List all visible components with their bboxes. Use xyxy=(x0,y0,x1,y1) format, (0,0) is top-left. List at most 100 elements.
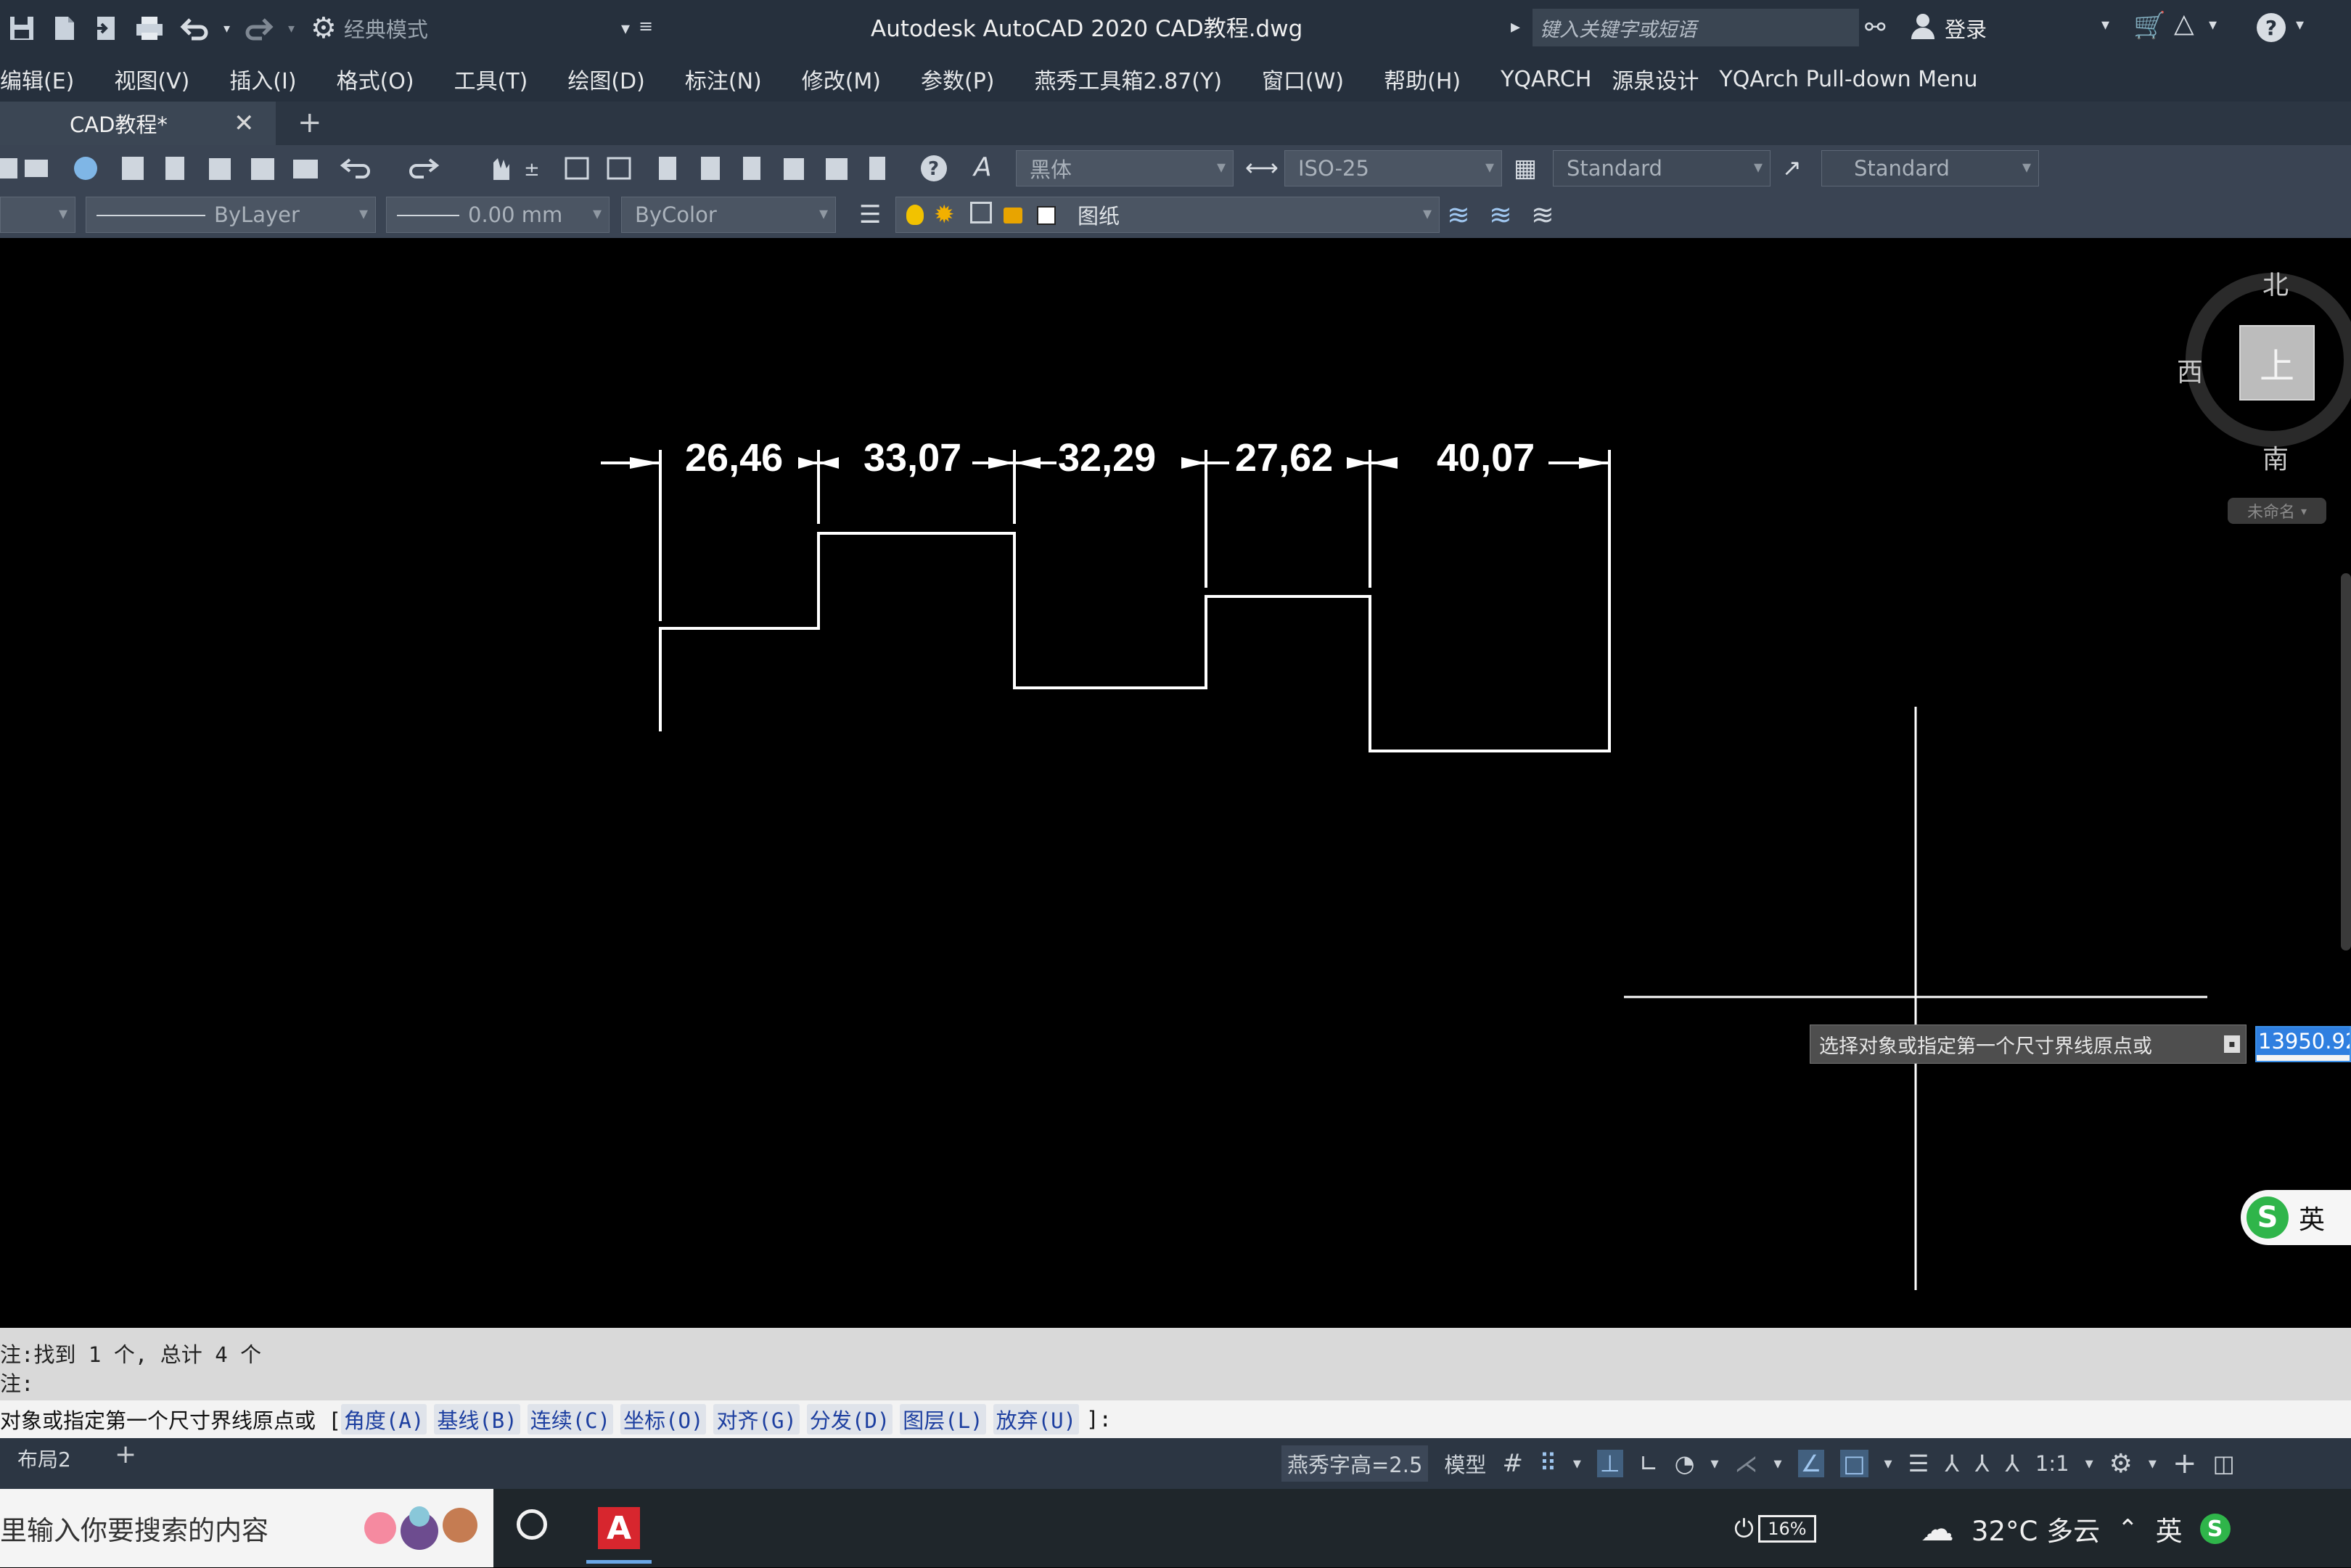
export-icon[interactable] xyxy=(91,14,120,43)
search-input[interactable]: 键入关键字或短语 xyxy=(1533,9,1859,46)
layer-properties-icon[interactable]: ☰ xyxy=(859,200,881,229)
text-height-status[interactable]: 燕秀字高=2.5 xyxy=(1281,1445,1429,1482)
ime-floating-badge[interactable]: S 英 xyxy=(2241,1190,2351,1245)
customize-icon[interactable]: ◫ xyxy=(2212,1450,2234,1477)
table-style-icon[interactable]: ▦ xyxy=(1514,154,1537,183)
standard-toolbar-icons[interactable]: ± ? xyxy=(0,154,972,183)
command-option-angle[interactable]: 角度(A) xyxy=(340,1404,427,1434)
compass-north[interactable]: 北 xyxy=(2262,264,2289,302)
menu-insert[interactable]: 插入(I) xyxy=(229,63,296,95)
table-style-select[interactable]: Standard ▾ xyxy=(1553,150,1771,186)
dynamic-input-field[interactable]: 13950.92 xyxy=(2255,1026,2351,1062)
login-link[interactable]: 登录 xyxy=(1945,13,1987,44)
weather-text[interactable]: 32°C 多云 xyxy=(1972,1509,2100,1548)
polar-icon[interactable]: ◔ xyxy=(1675,1450,1695,1477)
add-layout-button[interactable]: + xyxy=(115,1440,136,1469)
annotation-scale-value[interactable]: 1:1 xyxy=(2035,1451,2069,1476)
lineweight-select[interactable]: 0.00 mm ▾ xyxy=(386,197,610,233)
model-space-canvas[interactable]: 26,46 33,07 32,29 27,62 40,07 xyxy=(0,238,2351,1326)
command-option-ordinate[interactable]: 坐标(O) xyxy=(620,1404,707,1434)
chevron-down-icon[interactable]: ▾ xyxy=(288,21,295,36)
dim-style-select[interactable]: ISO-25 ▾ xyxy=(1284,150,1502,186)
plotstyle-select[interactable]: ByColor ▾ xyxy=(621,197,836,233)
close-icon[interactable]: ✕ xyxy=(234,109,255,138)
menu-window[interactable]: 窗口(W) xyxy=(1262,63,1344,95)
command-line[interactable]: 对象或指定第一个尺寸界线原点或 [ 角度(A) 基线(B) 连续(C) 坐标(O… xyxy=(0,1400,2351,1438)
wcs-menu[interactable]: 未命名 ▾ xyxy=(2228,498,2326,524)
chevron-down-icon[interactable]: ▾ xyxy=(2149,1455,2157,1473)
command-option-continue[interactable]: 连续(C) xyxy=(527,1404,614,1434)
text-style-select[interactable]: 黑体 ▾ xyxy=(1016,150,1234,186)
sogou-tray-icon[interactable]: S xyxy=(2199,1514,2231,1544)
isodraft-icon[interactable]: ⋌ xyxy=(1735,1450,1758,1477)
command-option-undo[interactable]: 放弃(U) xyxy=(993,1404,1080,1434)
menu-modify[interactable]: 修改(M) xyxy=(802,63,881,95)
taskbar-search-input[interactable]: 里输入你要搜索的内容 xyxy=(0,1489,493,1567)
chevron-down-icon[interactable]: ▾ xyxy=(1711,1455,1719,1473)
chevron-down-icon[interactable]: ▾ xyxy=(223,21,230,36)
chevron-right-icon[interactable]: ▸ xyxy=(1511,16,1520,38)
mleader-style-select[interactable]: Standard ▾ xyxy=(1821,150,2039,186)
layer-previous-icon[interactable]: ≋ xyxy=(1489,199,1512,231)
save-icon[interactable] xyxy=(7,14,36,43)
grid-icon[interactable]: # xyxy=(1502,1449,1523,1478)
dim-style-icon[interactable]: ⟷ xyxy=(1245,154,1279,181)
chevron-down-icon[interactable]: ▾ xyxy=(2296,16,2304,34)
menu-yanxiu-toolbox[interactable]: 燕秀工具箱2.87(Y) xyxy=(1035,63,1223,95)
gear-icon[interactable]: ⚙ xyxy=(2109,1449,2133,1479)
menu-parametric[interactable]: 参数(P) xyxy=(921,63,995,95)
scrollbar-vertical[interactable] xyxy=(2341,573,2351,951)
dimension-text-5[interactable]: 40,07 xyxy=(1437,435,1535,480)
chevron-down-icon[interactable]: ▾ xyxy=(1884,1455,1892,1473)
dimension-text-2[interactable]: 33,07 xyxy=(863,435,961,480)
compass-west[interactable]: 西 xyxy=(2177,351,2203,389)
menu-yqarch[interactable]: YQARCH xyxy=(1501,67,1591,92)
layer-select[interactable]: ✹ 图纸 ▾ xyxy=(895,197,1440,233)
menu-help[interactable]: 帮助(H) xyxy=(1384,63,1461,95)
taskbar-autocad-button[interactable]: A xyxy=(586,1496,652,1564)
menu-yuanquan[interactable]: 源泉设计 xyxy=(1612,63,1699,95)
redo-icon[interactable] xyxy=(243,14,275,43)
chevron-down-icon[interactable]: ▾ xyxy=(2101,16,2109,34)
mleader-style-icon[interactable]: ↗ xyxy=(1782,154,1802,181)
menu-draw[interactable]: 绘图(D) xyxy=(567,63,645,95)
dimension-text-3[interactable]: 32,29 xyxy=(1058,435,1156,480)
help-icon[interactable]: ? xyxy=(2257,13,2286,42)
lineweight-icon[interactable]: ☰ xyxy=(1908,1450,1929,1477)
command-option-layer[interactable]: 图层(L) xyxy=(900,1404,986,1434)
infer-constraints-icon[interactable]: ⊥ xyxy=(1596,1450,1623,1477)
cart-icon[interactable]: 🛒 xyxy=(2133,10,2166,41)
dimension-text-1[interactable]: 26,46 xyxy=(685,435,783,480)
chevron-down-icon[interactable]: ▾ xyxy=(2209,16,2217,34)
chevron-down-icon[interactable]: ▾ xyxy=(1774,1455,1782,1473)
text-style-icon[interactable]: A xyxy=(974,152,992,182)
menu-yqarch-pulldown[interactable]: YQArch Pull-down Menu xyxy=(1719,67,1977,92)
save-as-icon[interactable] xyxy=(49,14,78,43)
input-language[interactable]: 英 xyxy=(2156,1509,2183,1548)
command-option-baseline[interactable]: 基线(B) xyxy=(434,1404,520,1434)
battery-indicator[interactable]: ⏻ 16% xyxy=(1734,1514,1816,1543)
object-snap-tracking-icon[interactable]: ∠ xyxy=(1797,1450,1825,1477)
compass-south[interactable]: 南 xyxy=(2262,438,2289,476)
viewcube[interactable]: 北 西 南 上 未命名 ▾ xyxy=(2177,254,2351,544)
menu-tools[interactable]: 工具(T) xyxy=(454,63,528,95)
annotation-scale-icon[interactable]: ⅄ xyxy=(2005,1450,2019,1477)
layer-state-icon[interactable]: ≋ xyxy=(1531,199,1554,231)
workspace-select[interactable]: ⚙ 经典模式 ▾ xyxy=(311,10,630,46)
make-current-layer-icon[interactable]: ≋ xyxy=(1447,199,1470,231)
chevron-down-icon[interactable]: ▾ xyxy=(2085,1455,2093,1473)
color-select[interactable]: ▾ xyxy=(0,197,75,233)
viewcube-top-face[interactable]: 上 xyxy=(2239,325,2315,401)
menu-view[interactable]: 视图(V) xyxy=(114,63,189,95)
a360-icon[interactable]: △ xyxy=(2174,9,2194,38)
menu-dimension[interactable]: 标注(N) xyxy=(685,63,762,95)
plus-icon[interactable]: + xyxy=(2172,1447,2197,1480)
layout-tab[interactable]: 布局2 xyxy=(17,1444,71,1473)
options-icon[interactable]: ▪ xyxy=(2224,1035,2240,1053)
command-option-aligned[interactable]: 对齐(G) xyxy=(713,1404,800,1434)
menu-format[interactable]: 格式(O) xyxy=(337,63,414,95)
binoculars-icon[interactable]: ⚯ xyxy=(1865,13,1886,42)
dimension-text-4[interactable]: 27,62 xyxy=(1235,435,1333,480)
annotation-visibility-icon[interactable]: ⅄ xyxy=(1945,1450,1959,1477)
cortana-icon[interactable] xyxy=(517,1509,547,1540)
